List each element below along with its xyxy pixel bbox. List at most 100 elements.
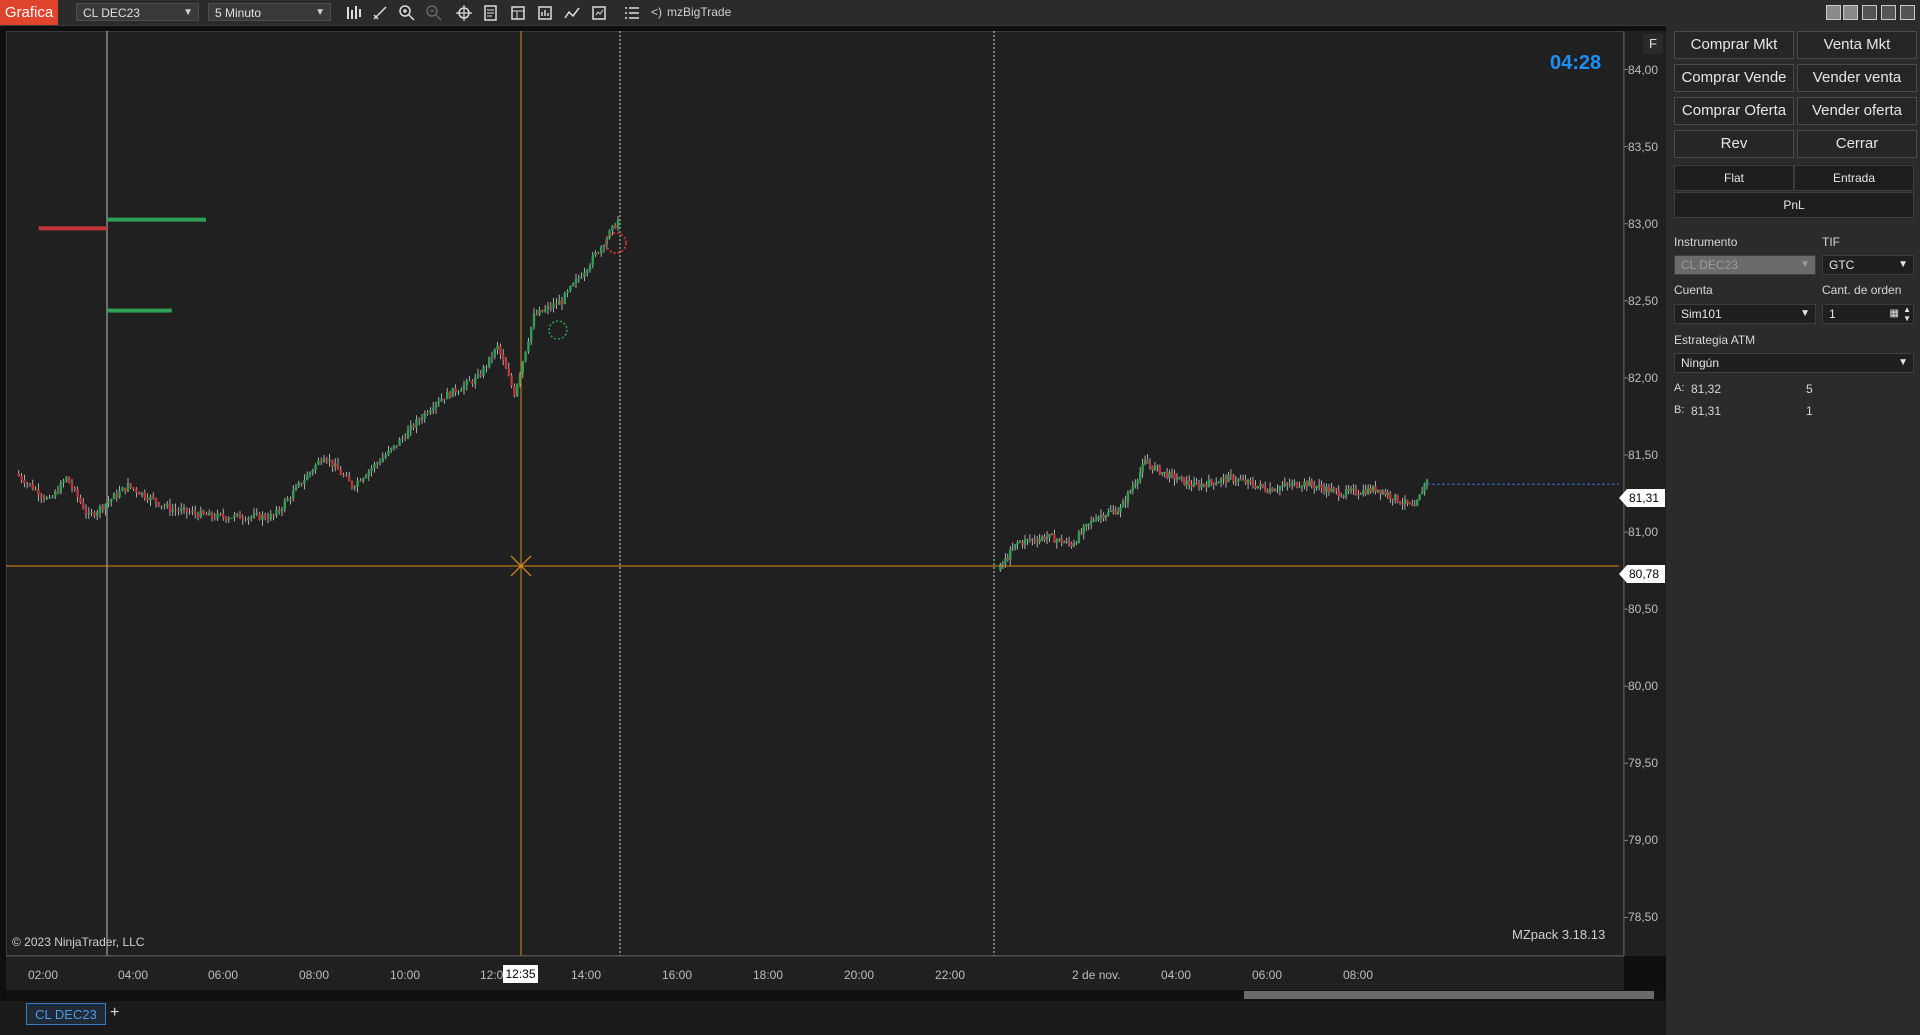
candle-body bbox=[311, 470, 314, 473]
candle-body bbox=[1411, 503, 1414, 506]
instrument-field: CL DEC23 ▼ bbox=[1674, 255, 1816, 275]
candle-body bbox=[1168, 471, 1171, 478]
candle-body bbox=[1229, 474, 1233, 476]
candle-body bbox=[143, 492, 146, 499]
scrollbar-thumb[interactable] bbox=[1244, 991, 1654, 999]
candle-body bbox=[233, 514, 236, 518]
candle-body bbox=[429, 410, 432, 414]
candle-body bbox=[1143, 460, 1147, 464]
candle-body bbox=[1349, 488, 1353, 491]
candle-body bbox=[496, 345, 499, 350]
sell-bid-button[interactable]: Vender oferta bbox=[1797, 97, 1917, 125]
atm-strategy-select[interactable]: Ningún ▼ bbox=[1674, 353, 1914, 373]
tif-select[interactable]: GTC ▼ bbox=[1822, 255, 1914, 275]
candle-body bbox=[42, 497, 46, 499]
candle-body bbox=[602, 245, 606, 247]
tif-label: TIF bbox=[1822, 235, 1840, 249]
candle-body bbox=[569, 285, 572, 291]
candle-body bbox=[1359, 494, 1363, 496]
horizontal-scrollbar[interactable] bbox=[6, 990, 1666, 1000]
price-chart[interactable] bbox=[0, 0, 1920, 1035]
sell-ask-button[interactable]: Vender venta bbox=[1797, 64, 1917, 92]
account-label: Cuenta bbox=[1674, 283, 1713, 297]
candle-body bbox=[546, 306, 550, 309]
candle-body bbox=[210, 512, 214, 518]
buy-ask-button[interactable]: Comprar Vende bbox=[1674, 64, 1794, 92]
candle-body bbox=[1286, 483, 1289, 485]
candle-body bbox=[96, 512, 99, 516]
candle-body bbox=[1104, 515, 1108, 519]
candle-body bbox=[1016, 542, 1019, 545]
candle-body bbox=[350, 481, 354, 488]
last-price-tag: 81,31 bbox=[1619, 489, 1666, 507]
candle-body bbox=[409, 425, 412, 431]
candle-body bbox=[1121, 501, 1125, 508]
candle-body bbox=[1102, 514, 1105, 519]
candle-body bbox=[168, 504, 172, 512]
candle-body bbox=[1001, 563, 1005, 565]
candle-body bbox=[1376, 489, 1380, 492]
f-button[interactable]: F bbox=[1643, 34, 1663, 54]
candle-body bbox=[1278, 486, 1282, 490]
candle-body bbox=[1327, 486, 1331, 492]
candle-body bbox=[370, 468, 373, 472]
candle-body bbox=[1129, 490, 1132, 493]
candle-body bbox=[1290, 483, 1294, 486]
candle-body bbox=[1031, 539, 1034, 541]
candle-body bbox=[1298, 486, 1301, 488]
quantity-label: Cant. de orden bbox=[1822, 283, 1902, 297]
candle-body bbox=[278, 509, 281, 512]
candle-body bbox=[1281, 485, 1284, 487]
ask-price: 81,32 bbox=[1691, 382, 1722, 396]
candle-body bbox=[1036, 540, 1039, 542]
candle-body bbox=[126, 483, 130, 492]
candle-body bbox=[171, 509, 174, 512]
candle-body bbox=[1190, 484, 1193, 487]
candle-body bbox=[1131, 486, 1135, 491]
candle-body bbox=[356, 480, 359, 487]
candle-body bbox=[451, 387, 454, 398]
candle-body bbox=[387, 450, 390, 455]
candle-body bbox=[418, 419, 421, 421]
candle-body bbox=[544, 308, 547, 312]
account-select[interactable]: Sim101 ▼ bbox=[1674, 304, 1816, 324]
candle-body bbox=[1241, 479, 1245, 481]
candle-body bbox=[384, 454, 387, 458]
candle-body bbox=[1234, 481, 1237, 483]
candle-body bbox=[1249, 479, 1252, 482]
candle-body bbox=[378, 461, 382, 463]
candle-body bbox=[1354, 488, 1358, 495]
candle-body bbox=[1192, 482, 1196, 487]
candle-body bbox=[342, 474, 345, 476]
buy-market-button[interactable]: Comprar Mkt bbox=[1674, 31, 1794, 59]
candle-body bbox=[1391, 498, 1394, 501]
volume-profile-buy bbox=[107, 308, 172, 313]
candle-body bbox=[56, 491, 60, 493]
crosshair-price-tag: 80,78 bbox=[1619, 565, 1666, 583]
candle-body bbox=[154, 497, 158, 503]
candle-body bbox=[485, 366, 488, 368]
reverse-button[interactable]: Rev bbox=[1674, 130, 1794, 158]
calculator-icon[interactable]: ▦ bbox=[1890, 305, 1899, 323]
chart-tab-cl-dec23[interactable]: CL DEC23 bbox=[26, 1003, 106, 1025]
close-position-button[interactable]: Cerrar bbox=[1797, 130, 1917, 158]
candle-body bbox=[180, 508, 183, 512]
candle-body bbox=[252, 513, 256, 517]
buy-bid-button[interactable]: Comprar Oferta bbox=[1674, 97, 1794, 125]
candle-body bbox=[448, 391, 452, 398]
quantity-stepper[interactable]: 1 ▦ ▲ ▼ bbox=[1822, 304, 1914, 324]
sell-market-button[interactable]: Venta Mkt bbox=[1797, 31, 1917, 59]
candle-body bbox=[563, 293, 566, 304]
candle-body bbox=[381, 457, 384, 462]
candle-body bbox=[115, 493, 118, 498]
candle-body bbox=[51, 496, 54, 498]
entry-price: Entrada bbox=[1794, 165, 1914, 191]
candle-body bbox=[241, 518, 244, 520]
candle-body bbox=[1313, 485, 1316, 488]
candle-body bbox=[177, 510, 180, 512]
add-tab-button[interactable]: + bbox=[110, 1004, 119, 1022]
tif-select-value: GTC bbox=[1829, 258, 1855, 272]
stepper-arrows-icon[interactable]: ▲ ▼ bbox=[1903, 305, 1911, 323]
candle-body bbox=[1026, 539, 1029, 541]
candle-body bbox=[107, 501, 110, 504]
